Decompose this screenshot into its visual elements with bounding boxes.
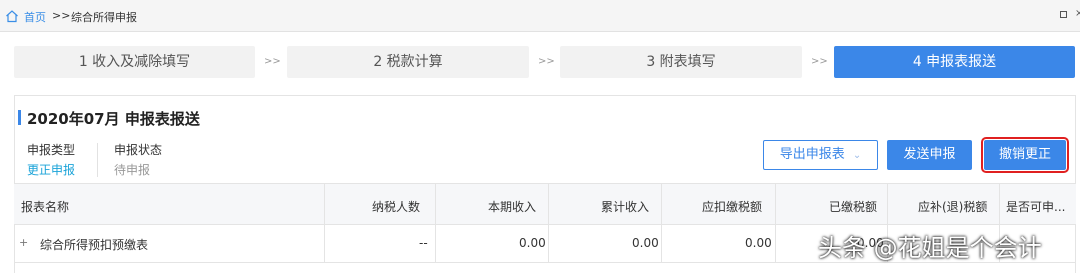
column-header-tax-due: 应补(退)税额 xyxy=(918,200,988,214)
declaration-type-label: 申报类型 xyxy=(27,143,76,157)
column-header-current-income: 本期收入 xyxy=(488,200,537,214)
cell-taxpayers: -- xyxy=(419,236,428,250)
column-header-report-name: 报表名称 xyxy=(21,200,70,214)
column-header-taxpayers: 纳税人数 xyxy=(372,200,421,214)
breadcrumb-separator: >> xyxy=(52,9,71,22)
cell-cumulative-income: 0.00 xyxy=(632,236,659,250)
table-header xyxy=(14,183,1076,225)
breadcrumb-home-link[interactable]: 首页 xyxy=(24,9,46,25)
column-divider xyxy=(548,183,549,262)
export-report-label: 导出申报表 xyxy=(779,147,845,162)
column-header-tax-paid: 已缴税额 xyxy=(829,200,878,214)
cell-current-income: 0.00 xyxy=(519,236,546,250)
top-bar xyxy=(0,0,1080,32)
column-header-tax-withholding: 应扣缴税额 xyxy=(702,200,763,214)
send-declaration-button[interactable]: 发送申报 xyxy=(887,140,972,170)
step-attachments[interactable]: 3 附表填写 xyxy=(560,46,802,78)
column-divider xyxy=(324,183,325,262)
step-income-deduction[interactable]: 1 收入及减除填写 xyxy=(14,46,255,78)
cell-tax-withholding: 0.00 xyxy=(745,236,772,250)
restore-icon[interactable] xyxy=(1060,11,1067,18)
column-header-can-declare: 是否可申... xyxy=(1006,200,1066,214)
column-divider xyxy=(435,183,436,262)
revoke-correction-button[interactable]: 撤销更正 xyxy=(981,137,1069,173)
breadcrumb-current: 综合所得申报 xyxy=(71,11,137,24)
export-report-button[interactable]: 导出申报表 ⌄ xyxy=(763,140,878,170)
chevron-down-icon: ⌄ xyxy=(852,150,862,161)
step-separator: >> xyxy=(538,56,555,67)
title-accent-bar xyxy=(18,110,21,125)
section-title: 2020年07月 申报表报送 xyxy=(27,110,200,128)
home-icon[interactable] xyxy=(5,9,19,23)
close-icon[interactable]: × xyxy=(1075,8,1080,19)
declaration-type-value[interactable]: 更正申报 xyxy=(27,161,75,178)
step-separator: >> xyxy=(264,56,281,67)
meta-divider xyxy=(97,143,98,177)
step-submit-report[interactable]: 4 申报表报送 xyxy=(834,46,1075,78)
column-divider xyxy=(775,183,776,262)
column-divider xyxy=(661,183,662,262)
declaration-status-label: 申报状态 xyxy=(114,143,163,157)
expand-row-icon[interactable]: + xyxy=(19,237,29,248)
column-header-cumulative-income: 累计收入 xyxy=(601,200,650,214)
step-separator: >> xyxy=(811,56,828,67)
cell-report-name[interactable]: 综合所得预扣预缴表 xyxy=(40,236,148,253)
declaration-status-value: 待申报 xyxy=(114,163,151,177)
step-tax-calculation[interactable]: 2 税款计算 xyxy=(287,46,529,78)
watermark: 头条 @花姐是个会计 xyxy=(818,234,1042,262)
